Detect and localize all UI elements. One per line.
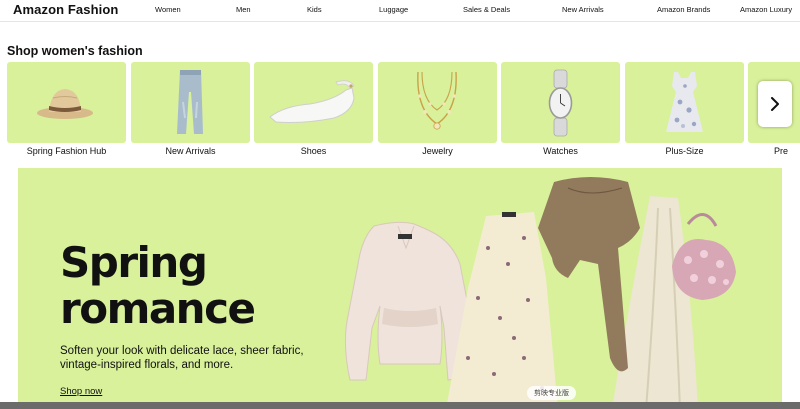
category-tile [625,62,744,143]
nav-amazon-brands[interactable]: Amazon Brands [657,5,710,14]
nav-luggage[interactable]: Luggage [379,5,408,14]
category-label: Plus-Size [665,146,704,156]
category-card-watches[interactable]: Watches [501,62,620,156]
category-card-plus-size[interactable]: Plus-Size [625,62,744,156]
dress-icon [666,72,703,132]
editor-watermark: 剪映专业版 [527,386,576,400]
hero-banner[interactable]: Spring romance Soften your look with del… [18,168,782,409]
flat-shoe-icon [269,80,355,123]
carousel-next-button[interactable] [758,81,792,127]
category-carousel: Spring Fashion Hub New Arrivals Shoes Je… [0,62,800,162]
category-label: Spring Fashion Hub [26,146,107,156]
necklace-icon [417,71,457,130]
hero-title-line-1: Spring [60,238,208,287]
hero-product-image [344,177,736,409]
nav-new-arrivals[interactable]: New Arrivals [562,5,604,14]
chevron-right-icon [771,97,779,111]
category-label: Watches [543,146,578,156]
section-title: Shop women's fashion [7,44,143,58]
brand-logo[interactable]: Amazon Fashion [13,2,118,17]
category-tile [501,62,620,143]
sun-hat-icon [37,89,93,119]
watch-icon [548,69,573,137]
category-tile [378,62,497,143]
category-tile [254,62,373,143]
shop-now-link[interactable]: Shop now [60,386,102,397]
hero-subtitle: Soften your look with delicate lace, she… [60,345,304,371]
nav-women[interactable]: Women [155,5,181,14]
category-tile [7,62,126,143]
nav-kids[interactable]: Kids [307,5,322,14]
category-label: New Arrivals [165,146,216,156]
nav-sales-deals[interactable]: Sales & Deals [463,5,510,14]
top-nav: Amazon Fashion Women Men Kids Luggage Sa… [0,0,800,22]
category-card-shoes[interactable]: Shoes [254,62,373,156]
nav-men[interactable]: Men [236,5,251,14]
category-label: Pre [774,146,789,156]
hero-title-line-2: romance [60,284,256,333]
nav-amazon-luxury[interactable]: Amazon Luxury [740,5,792,14]
category-card-new-arrivals[interactable]: New Arrivals [131,62,250,156]
jeans-icon [177,70,203,134]
category-card-spring-fashion-hub[interactable]: Spring Fashion Hub [7,62,126,156]
category-label: Jewelry [422,146,453,156]
category-tile [131,62,250,143]
window-bottom-edge [0,402,800,409]
category-card-jewelry[interactable]: Jewelry [378,62,497,156]
category-label: Shoes [300,146,327,156]
hero-title: Spring romance [60,238,256,333]
